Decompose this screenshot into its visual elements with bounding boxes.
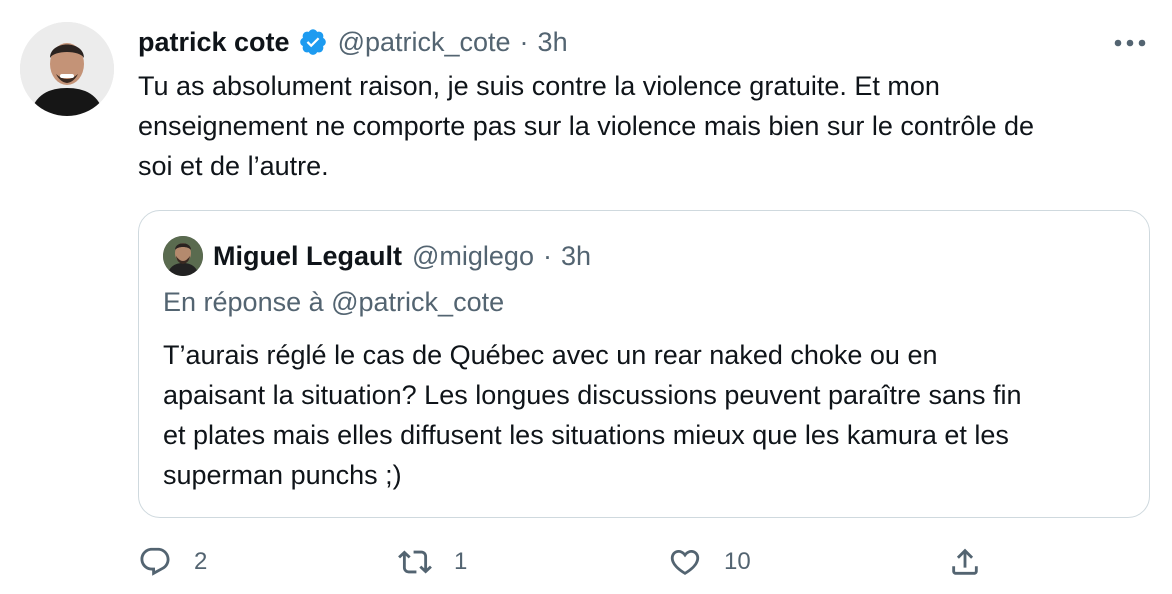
share-icon <box>952 548 978 575</box>
author-avatar[interactable] <box>20 22 114 116</box>
author-name[interactable]: patrick cote <box>138 27 290 58</box>
quoted-text-line: superman punchs ;) <box>163 460 402 490</box>
quoted-tweet-text: T’aurais réglé le cas de Québec avec un … <box>163 335 1133 495</box>
quoted-text-line: T’aurais réglé le cas de Québec avec un … <box>163 340 938 370</box>
reply-button[interactable]: 2 <box>138 542 207 582</box>
retweet-button[interactable]: 1 <box>398 542 467 582</box>
avatar-image <box>20 22 114 116</box>
retweet-icon <box>398 550 432 574</box>
like-button[interactable]: 10 <box>668 542 751 582</box>
more-icon[interactable] <box>1112 30 1148 56</box>
quoted-tweet-header: Miguel Legault @miglego · 3h <box>163 235 591 277</box>
retweet-count: 1 <box>454 548 468 575</box>
action-bar: 2 1 10 <box>138 542 1148 582</box>
tweet-timestamp[interactable]: 3h <box>538 27 568 58</box>
reply-context: En réponse à @patrick_cote <box>163 287 505 317</box>
share-button[interactable] <box>948 542 982 582</box>
quoted-tweet-timestamp: 3h <box>560 240 592 271</box>
reply-count: 2 <box>194 548 208 575</box>
tweet-header: patrick cote @patrick_cote · 3h <box>138 24 568 60</box>
quoted-author-avatar <box>163 236 203 276</box>
quoted-author-name: Miguel Legault <box>213 240 402 271</box>
verified-badge-icon <box>298 27 328 57</box>
tweet-text: Tu as absolument raison, je suis contre … <box>138 66 1148 186</box>
like-count: 10 <box>724 548 751 575</box>
quoted-header-separator: · <box>542 240 552 271</box>
tweet-text-line: soi et de l’autre. <box>138 151 329 181</box>
reply-icon <box>140 547 170 576</box>
quoted-text-line: et plates mais elles diffusent les situa… <box>163 420 1009 450</box>
heart-icon <box>670 549 700 575</box>
quoted-author-handle: @miglego <box>412 240 534 271</box>
quoted-text-line: apaisant la situation? Les longues discu… <box>163 380 1022 410</box>
author-handle[interactable]: @patrick_cote <box>338 27 511 58</box>
tweet-text-line: enseignement ne comporte pas sur la viol… <box>138 111 1034 141</box>
quoted-tweet-card[interactable]: Miguel Legault @miglego · 3h En réponse … <box>138 210 1150 518</box>
tweet-text-line: Tu as absolument raison, je suis contre … <box>138 71 940 101</box>
header-separator: · <box>519 26 529 57</box>
